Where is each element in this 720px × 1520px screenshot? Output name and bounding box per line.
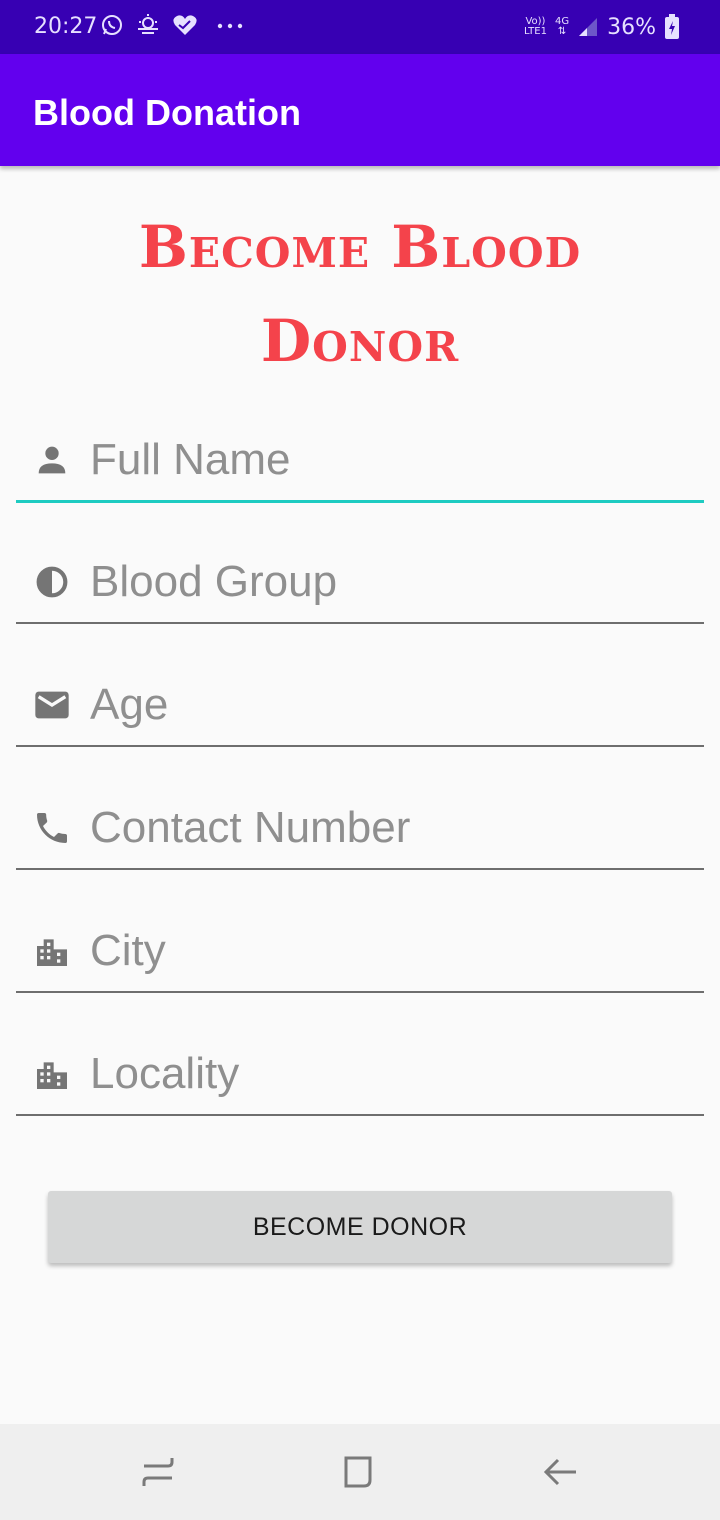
city-field[interactable] [16, 907, 704, 993]
status-right-group: Vo)) LTE1 4G ⇅ 36% [524, 12, 680, 42]
contact-number-input[interactable] [90, 792, 690, 864]
phone-icon [37, 813, 67, 843]
whatsapp-icon [102, 15, 122, 35]
person-icon [38, 446, 66, 474]
become-donor-button[interactable]: BECOME DONOR [48, 1191, 672, 1263]
app-title: Blood Donation [33, 92, 301, 133]
status-bar: 20:27 Vo)) LTE1 4G ⇅ 36% [0, 0, 720, 54]
network-type: 4G ⇅ [555, 17, 569, 37]
more-dots-icon [217, 23, 243, 29]
contact-number-field[interactable] [16, 784, 704, 870]
city-icon [37, 1062, 67, 1089]
battery-percent: 36% [607, 14, 656, 40]
page-heading: Become Blood Donor [0, 200, 720, 388]
blood-drop-icon [36, 566, 68, 598]
network-arrows: ⇅ [557, 26, 567, 37]
blood-group-field[interactable] [16, 538, 704, 624]
age-input[interactable] [90, 669, 690, 741]
age-field[interactable] [16, 661, 704, 747]
app-bar: Blood Donation [0, 54, 720, 166]
back-icon[interactable] [540, 1452, 580, 1492]
mail-icon [35, 691, 69, 719]
system-nav-bar [0, 1424, 720, 1520]
locality-field[interactable] [16, 1030, 704, 1116]
heading-line-2: Donor [260, 307, 460, 375]
full-name-input[interactable] [90, 424, 690, 496]
volte-indicator: Vo)) LTE1 [524, 17, 547, 37]
signal-icon [579, 18, 598, 36]
status-time: 20:27 [34, 14, 98, 39]
home-icon[interactable] [338, 1452, 378, 1492]
heading-line-1: Become Blood [138, 213, 582, 281]
battery-icon [665, 14, 679, 39]
heart-icon [173, 15, 197, 35]
volte-bottom: LTE1 [523, 26, 547, 37]
blood-group-input[interactable] [90, 546, 690, 618]
weather-icon [138, 14, 158, 34]
city-icon [37, 939, 67, 966]
locality-input[interactable] [90, 1038, 690, 1110]
full-name-field[interactable] [16, 416, 704, 503]
city-input[interactable] [90, 915, 690, 987]
recents-icon[interactable] [138, 1452, 178, 1492]
